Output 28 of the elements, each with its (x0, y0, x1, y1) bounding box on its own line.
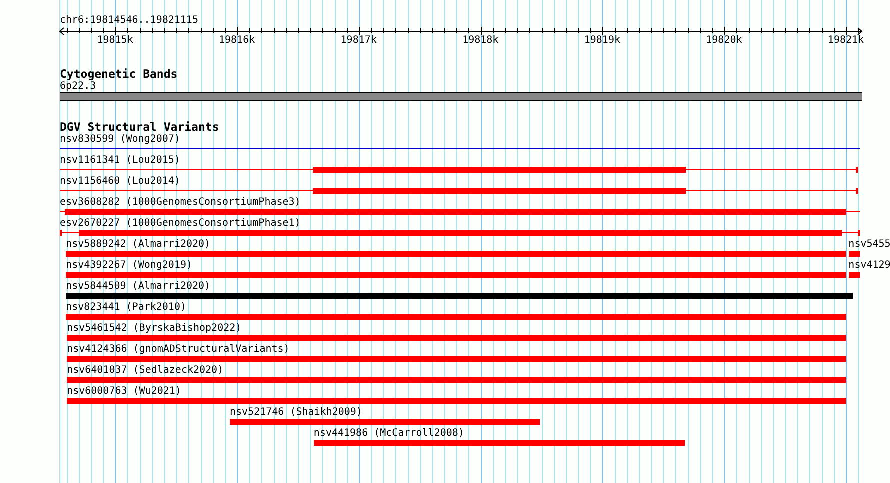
variant-label: esv3608282 (1000GenomesConsortiumPhase3) (60, 197, 301, 209)
variant-label: nsv441986 (McCarroll2008) (314, 428, 464, 440)
variant-label: esv2670227 (1000GenomesConsortiumPhase1) (60, 218, 301, 230)
variant-label: nsv5844509 (Almarri2020) (66, 281, 211, 293)
variant-label: nsv823441 (Park2010) (66, 302, 186, 314)
tick-label: 19816k (219, 35, 256, 47)
tick-label: 19815k (97, 35, 134, 47)
variant-label: nsv1161341 (Lou2015) (60, 155, 180, 167)
variant-label: nsv4129 (848, 260, 890, 272)
variant-label: nsv1156460 (Lou2014) (60, 176, 180, 188)
variant-label: nsv4392267 (Wong2019) (66, 260, 193, 272)
variant-label: nsv6401037 (Sedlazeck2020) (67, 365, 224, 377)
variant-label: nsv5455 (848, 239, 890, 251)
variant-label: nsv5889242 (Almarri2020) (66, 239, 211, 251)
tick-label: 19821k (828, 35, 864, 47)
tick-label: 19817k (340, 35, 377, 47)
variant-label: nsv6000763 (Wu2021) (67, 386, 182, 398)
variant-label: nsv5461542 (ByrskaBishop2022) (67, 323, 242, 335)
tick-label: 19820k (706, 35, 742, 47)
tick-label: 19819k (584, 35, 620, 47)
band-label: 6p22.3 (60, 81, 96, 92)
track-title: Cytogenetic Bands (60, 67, 178, 81)
track-title: DGV Structural Variants (60, 120, 220, 134)
variant-label: nsv4124366 (gnomADStructuralVariants) (67, 344, 290, 356)
variant-label: nsv521746 (Shaikh2009) (230, 407, 362, 419)
location-title: chr6:19814546..19821115 (60, 15, 198, 27)
tick-label: 19818k (462, 35, 499, 47)
variant-label: nsv830599 (Wong2007) (60, 134, 180, 146)
